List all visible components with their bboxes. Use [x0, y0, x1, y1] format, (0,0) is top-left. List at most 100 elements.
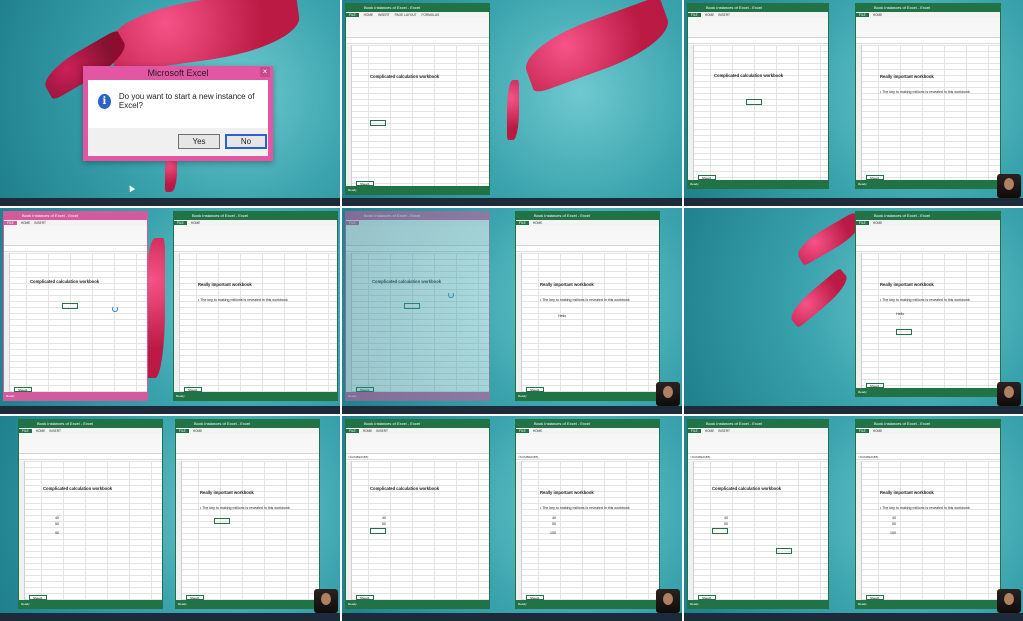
status-bar: Ready	[516, 392, 659, 400]
formula-bar[interactable]: =NUMBER(B5)	[516, 454, 659, 460]
tab-file[interactable]: FILE	[856, 221, 869, 225]
no-button[interactable]: No	[225, 134, 267, 149]
tab-insert[interactable]: INSERT	[378, 13, 390, 17]
worksheet-grid[interactable]	[19, 461, 162, 600]
excel-window: Book Instances of Excel - Excel FILE HOME…	[855, 211, 1001, 397]
worksheet-grid[interactable]	[516, 461, 659, 600]
tab-home[interactable]: HOME	[705, 429, 715, 433]
tab-file[interactable]: FILE	[4, 221, 17, 225]
tab-home[interactable]: HOME	[873, 13, 883, 17]
status-bar: Ready	[346, 600, 489, 608]
selected-cell[interactable]	[62, 303, 78, 309]
window-title: Book Instances of Excel - Excel	[346, 4, 489, 12]
worksheet-grid[interactable]	[688, 461, 828, 600]
worksheet-grid[interactable]	[346, 253, 489, 392]
tab-home[interactable]: HOME	[533, 221, 543, 225]
tab-file[interactable]: FILE	[516, 429, 529, 433]
tab-home[interactable]: HOME	[533, 429, 543, 433]
worksheet-grid[interactable]	[688, 45, 828, 180]
worksheet-grid[interactable]	[516, 253, 659, 392]
sheet-heading: Complicated calculation workbook	[712, 486, 782, 491]
formula-bar[interactable]	[174, 246, 337, 252]
formula-bar[interactable]: =NUMBER(B5)	[688, 454, 828, 460]
formula-bar[interactable]: =NUMBER(B5)	[346, 454, 489, 460]
value-cell: 50	[552, 522, 556, 526]
tab-home[interactable]: HOME	[705, 13, 715, 17]
selected-cell[interactable]	[404, 303, 420, 309]
tab-file[interactable]: FILE	[688, 13, 701, 17]
formula-bar[interactable]	[176, 454, 319, 460]
tab-insert[interactable]: INSERT	[718, 429, 730, 433]
formula-bar[interactable]	[516, 246, 659, 252]
tab-insert[interactable]: INSERT	[49, 429, 61, 433]
tab-home[interactable]: HOME	[36, 429, 46, 433]
tab-file[interactable]: FILE	[516, 221, 529, 225]
taskbar	[342, 198, 682, 206]
webcam-thumbnail	[656, 589, 680, 613]
tab-formulas[interactable]: FORMULAS	[422, 13, 440, 17]
ribbon	[176, 434, 319, 454]
tab-file[interactable]: FILE	[346, 13, 359, 17]
ribbon	[346, 434, 489, 454]
excel-window: Book Instances of Excel - Excel FILE HOME…	[855, 3, 1001, 189]
window-title: Book Instances of Excel - Excel	[176, 420, 319, 428]
worksheet-grid[interactable]	[174, 253, 337, 392]
worksheet-grid[interactable]	[176, 461, 319, 600]
formula-bar[interactable]	[4, 246, 147, 252]
selected-cell[interactable]	[370, 528, 386, 534]
tab-home[interactable]: HOME	[21, 221, 31, 225]
selected-cell[interactable]	[896, 329, 912, 335]
tab-home[interactable]: HOME	[364, 13, 374, 17]
formula-bar[interactable]	[346, 246, 489, 252]
tab-file[interactable]: FILE	[856, 13, 869, 17]
formula-bar[interactable]	[856, 38, 1000, 44]
tab-insert[interactable]: INSERT	[34, 221, 46, 225]
status-bar: Ready	[856, 600, 1000, 608]
formula-bar[interactable]	[688, 38, 828, 44]
tab-file[interactable]: FILE	[346, 221, 359, 225]
selected-cell[interactable]	[776, 548, 792, 554]
formula-bar[interactable]	[19, 454, 162, 460]
tab-insert[interactable]: INSERT	[376, 429, 388, 433]
frame-3: Book Instances of Excel - Excel FILE HOME…	[684, 0, 1023, 206]
tab-file[interactable]: FILE	[176, 429, 189, 433]
flower-petal	[145, 238, 165, 378]
frame-7: Book Instances of Excel - Excel FILE HOME…	[0, 416, 340, 621]
window-title: Book Instances of Excel - Excel	[19, 420, 162, 428]
close-icon[interactable]: ×	[260, 67, 270, 77]
worksheet-grid[interactable]	[856, 253, 1000, 388]
sheet-heading: Really important workbook	[880, 490, 934, 495]
worksheet-grid[interactable]	[346, 45, 489, 186]
tab-file[interactable]: FILE	[688, 429, 701, 433]
selected-cell[interactable]	[746, 99, 762, 105]
ribbon	[346, 226, 489, 246]
ribbon	[856, 18, 1000, 38]
worksheet-grid[interactable]	[346, 461, 489, 600]
yes-button[interactable]: Yes	[178, 134, 220, 149]
formula-bar[interactable]	[346, 38, 489, 44]
tab-home[interactable]: HOME	[193, 429, 203, 433]
formula-bar[interactable]: =NUMBER(B5)	[856, 454, 1000, 460]
tab-file[interactable]: FILE	[174, 221, 187, 225]
selected-cell[interactable]	[712, 528, 728, 534]
ribbon	[856, 434, 1000, 454]
dialog-body: i Do you want to start a new instance of…	[88, 80, 268, 110]
excel-window: Book Instances of Excel - Excel FILE HOME…	[345, 419, 490, 609]
selected-cell[interactable]	[214, 518, 230, 524]
tab-home[interactable]: HOME	[363, 429, 373, 433]
tab-file[interactable]: FILE	[346, 429, 359, 433]
tab-file[interactable]: FILE	[856, 429, 869, 433]
worksheet-grid[interactable]	[856, 461, 1000, 600]
tab-insert[interactable]: INSERT	[718, 13, 730, 17]
tab-page-layout[interactable]: PAGE LAYOUT	[395, 13, 417, 17]
tab-home[interactable]: HOME	[191, 221, 201, 225]
tab-home[interactable]: HOME	[873, 221, 883, 225]
value-cell: 90	[55, 531, 59, 535]
worksheet-grid[interactable]	[4, 253, 147, 392]
worksheet-grid[interactable]	[856, 45, 1000, 180]
tab-home[interactable]: HOME	[873, 429, 883, 433]
tab-file[interactable]: FILE	[19, 429, 32, 433]
formula-bar[interactable]	[856, 246, 1000, 252]
excel-window: Book Instances of Excel - Excel FILE HOME…	[687, 3, 829, 189]
selected-cell[interactable]	[370, 120, 386, 126]
